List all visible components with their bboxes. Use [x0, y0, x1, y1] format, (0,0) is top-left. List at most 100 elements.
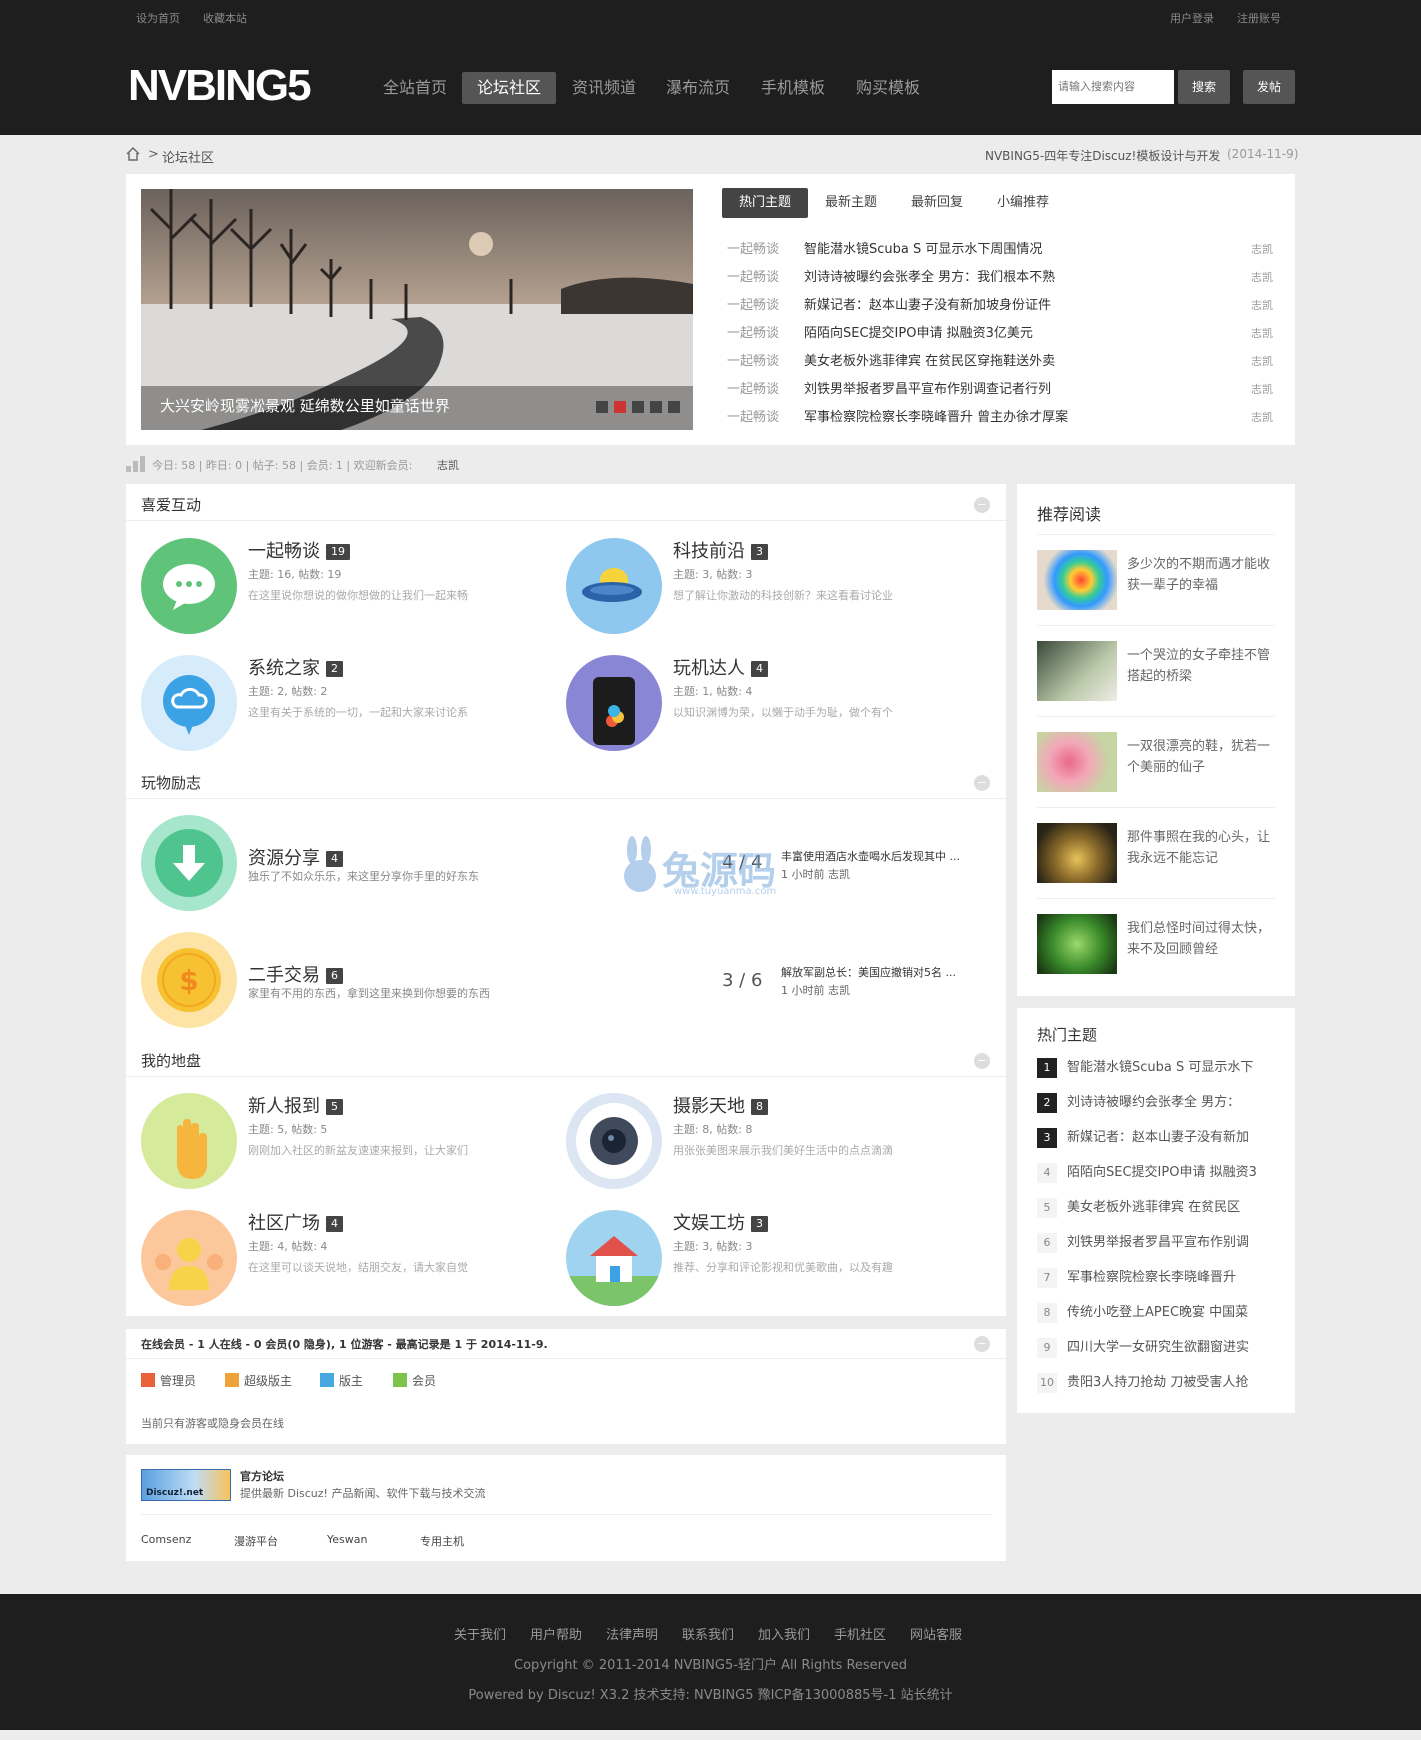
home-icon[interactable] [126, 147, 140, 161]
hot-topic[interactable]: 5 美女老板外逃菲律宾 在贫民区 [1037, 1197, 1277, 1219]
group-title[interactable]: 我的地盘 [141, 1050, 201, 1071]
forum-name[interactable]: 科技前沿 3 [673, 537, 768, 563]
forum-name[interactable]: 新人报到 5 [248, 1092, 343, 1118]
footer-link[interactable]: 关于我们 [454, 1624, 506, 1643]
coin-icon[interactable]: $ [141, 932, 237, 1028]
forum-name[interactable]: 一起畅谈 19 [248, 537, 350, 563]
tab-latest[interactable]: 最新主题 [815, 188, 887, 218]
nav-news[interactable]: 资讯频道 [563, 72, 645, 104]
slider-dot[interactable] [596, 401, 608, 413]
divider [1037, 716, 1275, 717]
login-link[interactable]: 用户登录 [1170, 10, 1214, 26]
friend-link[interactable]: 专用主机 [420, 1533, 464, 1549]
footer-link[interactable]: 网站客服 [910, 1624, 962, 1643]
hot-topic[interactable]: 10 贵阳3人持刀抢劫 刀被受害人抢 [1037, 1372, 1277, 1394]
forum-stat: 主题: 8, 帖数: 8 [673, 1123, 753, 1136]
nav-buy[interactable]: 购买模板 [847, 72, 929, 104]
forum-name[interactable]: 二手交易 6 [248, 961, 343, 987]
recommend-item[interactable]: 那件事照在我的心头，让我永远不能忘记 [1037, 819, 1275, 889]
nav-home[interactable]: 全站首页 [375, 72, 455, 104]
recommend-item[interactable]: 我们总怪时间过得太快，来不及回顾曾经 [1037, 910, 1275, 980]
thumb-image [1037, 550, 1117, 610]
hot-topic[interactable]: 3 新媒记者：赵本山妻子没有新加 [1037, 1127, 1277, 1149]
camera-lens-icon[interactable] [566, 1093, 662, 1189]
footer-link[interactable]: 联系我们 [682, 1624, 734, 1643]
forum-desc: 独乐了不如众乐乐，来这里分享你手里的好东东 [248, 870, 479, 883]
nav-mobile[interactable]: 手机模板 [752, 72, 834, 104]
thread-row[interactable]: 一起畅谈 陌陌向SEC提交IPO申请 拟融资3亿美元 志凯 [727, 322, 1273, 346]
slider-image[interactable] [141, 189, 693, 430]
forum-name[interactable]: 玩机达人 4 [673, 654, 768, 680]
house-icon[interactable] [566, 1210, 662, 1306]
tab-hot[interactable]: 热门主题 [722, 188, 808, 218]
footer-link[interactable]: 法律声明 [606, 1624, 658, 1643]
slider-dot-active[interactable] [614, 401, 626, 413]
forum-name[interactable]: 系统之家 2 [248, 654, 343, 680]
last-post-title[interactable]: 解放军副总长：美国应撤销对5名 ... [781, 964, 956, 980]
thread-row[interactable]: 一起畅谈 新媒记者：赵本山妻子没有新加坡身份证件 志凯 [727, 294, 1273, 318]
site-logo[interactable]: NVBING5 [128, 62, 312, 110]
collapse-icon[interactable]: − [974, 497, 990, 513]
friend-link[interactable]: 漫游平台 [234, 1533, 278, 1549]
post-button[interactable]: 发帖 [1243, 70, 1295, 104]
recommend-item[interactable]: 一双很漂亮的鞋，犹若一个美丽的仙子 [1037, 728, 1275, 798]
forum-name[interactable]: 摄影天地 8 [673, 1092, 768, 1118]
group-title[interactable]: 玩物励志 [141, 772, 201, 793]
slider-dot[interactable] [650, 401, 662, 413]
cloud-icon[interactable] [141, 655, 237, 751]
collapse-icon[interactable]: − [974, 1053, 990, 1069]
breadcrumb-current[interactable]: 论坛社区 [162, 147, 214, 166]
thread-row[interactable]: 一起畅谈 美女老板外逃菲律宾 在贫民区穿拖鞋送外卖 志凯 [727, 350, 1273, 374]
tab-replies[interactable]: 最新回复 [901, 188, 973, 218]
hot-topic[interactable]: 7 军事检察院检察长李晓峰晋升 [1037, 1267, 1277, 1289]
recommend-item[interactable]: 一个哭泣的女子牵挂不管搭起的桥梁 [1037, 637, 1275, 707]
recommend-item[interactable]: 多少次的不期而遇才能收获一辈子的幸福 [1037, 546, 1275, 616]
forum-stat: 主题: 1, 帖数: 4 [673, 685, 753, 698]
online-title[interactable]: 在线会员 - 1 人在线 - 0 会员(0 隐身), 1 位游客 - 最高记录是… [141, 1336, 548, 1352]
nav-forum[interactable]: 论坛社区 [462, 72, 556, 104]
register-link[interactable]: 注册账号 [1237, 10, 1281, 26]
last-post-title[interactable]: 丰富使用酒店水壶喝水后发现其中 ... [781, 848, 960, 864]
bookmark-link[interactable]: 收藏本站 [203, 10, 247, 26]
thread-row[interactable]: 一起畅谈 刘铁男举报者罗昌平宣布作别调查记者行列 志凯 [727, 378, 1273, 402]
forum-name[interactable]: 社区广场 4 [248, 1209, 343, 1235]
footer-link[interactable]: 用户帮助 [530, 1624, 582, 1643]
newest-member[interactable]: 志凯 [437, 457, 459, 473]
collapse-icon[interactable]: − [974, 1336, 990, 1352]
friend-link[interactable]: Comsenz [141, 1533, 191, 1546]
slider-dot[interactable] [668, 401, 680, 413]
tab-editor[interactable]: 小编推荐 [987, 188, 1059, 218]
download-icon[interactable] [141, 815, 237, 911]
ufo-icon[interactable] [566, 538, 662, 634]
hot-title: 热门主题 [1037, 1026, 1098, 1044]
phone-icon[interactable] [566, 655, 662, 751]
search-input[interactable] [1052, 70, 1174, 104]
divider [1037, 898, 1275, 899]
hot-topic[interactable]: 4 陌陌向SEC提交IPO申请 拟融资3 [1037, 1162, 1277, 1184]
nav-waterfall[interactable]: 瀑布流页 [657, 72, 739, 104]
set-homepage-link[interactable]: 设为首页 [136, 10, 180, 26]
collapse-icon[interactable]: − [974, 775, 990, 791]
thread-row[interactable]: 一起畅谈 刘诗诗被曝约会张孝全 男方：我们根本不熟 志凯 [727, 266, 1273, 290]
thread-row[interactable]: 一起畅谈 智能潜水镜Scuba S 可显示水下周围情况 志凯 [727, 238, 1273, 262]
hot-topic[interactable]: 6 刘铁男举报者罗昌平宣布作别调 [1037, 1232, 1277, 1254]
search-button[interactable]: 搜索 [1178, 70, 1230, 104]
crowd-icon[interactable] [141, 1210, 237, 1306]
discuz-logo[interactable]: Discuz!.net [141, 1469, 231, 1501]
forum-name[interactable]: 文娱工坊 3 [673, 1209, 768, 1235]
thread-row[interactable]: 一起畅谈 军事检察院检察长李晓峰晋升 曾主办徐才厚案 志凯 [727, 406, 1273, 430]
chat-bubble-icon[interactable] [141, 538, 237, 634]
hot-topic[interactable]: 2 刘诗诗被曝约会张孝全 男方： [1037, 1092, 1277, 1114]
official-forum-title[interactable]: 官方论坛 [240, 1468, 284, 1484]
breadcrumb-separator: > [148, 147, 159, 162]
hand-icon[interactable] [141, 1093, 237, 1189]
hot-topic[interactable]: 9 四川大学一女研究生欲翻窗进实 [1037, 1337, 1277, 1359]
footer-link[interactable]: 加入我们 [758, 1624, 810, 1643]
hot-topic[interactable]: 1 智能潜水镜Scuba S 可显示水下 [1037, 1057, 1277, 1079]
footer-link[interactable]: 手机社区 [834, 1624, 886, 1643]
forum-name[interactable]: 资源分享 4 [248, 844, 343, 870]
hot-topic[interactable]: 8 传统小吃登上APEC晚宴 中国菜 [1037, 1302, 1277, 1324]
slider-dot[interactable] [632, 401, 644, 413]
group-title[interactable]: 喜爱互动 [141, 494, 201, 515]
friend-link[interactable]: Yeswan [327, 1533, 367, 1546]
